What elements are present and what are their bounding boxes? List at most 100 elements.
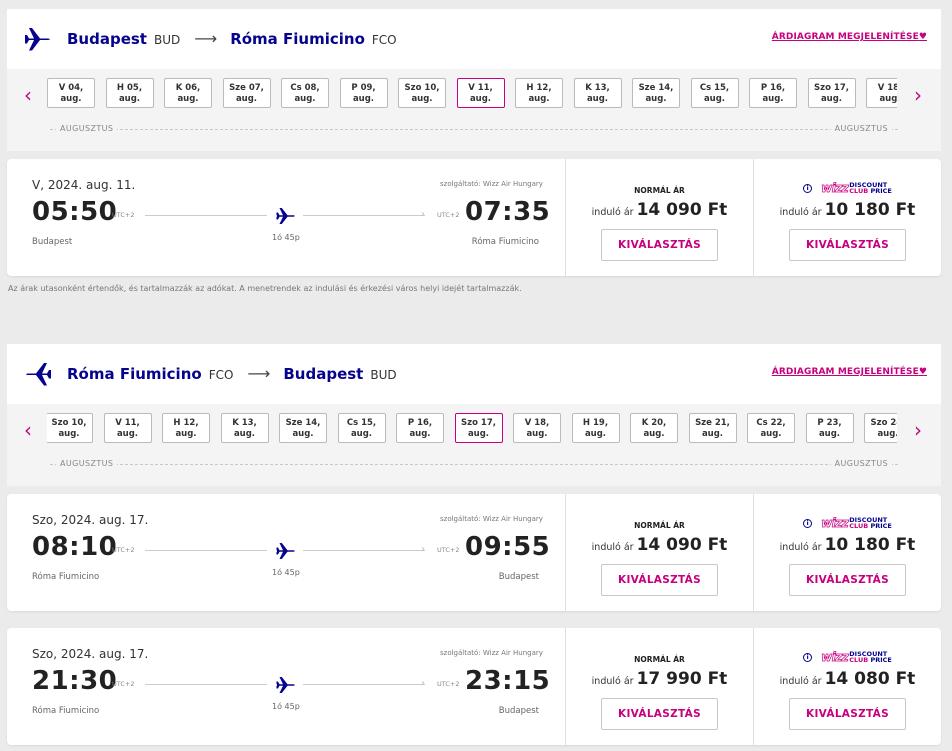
- normal-fare-label: NORMÁL ÁR: [634, 655, 685, 664]
- date-tile-month: aug.: [350, 428, 373, 439]
- date-tile[interactable]: V 18,aug.: [866, 78, 897, 108]
- select-club-fare-button[interactable]: KIVÁLASZTÁS: [789, 698, 906, 730]
- date-tile-month: aug.: [760, 428, 782, 439]
- chevron-right-icon[interactable]: ›: [909, 419, 927, 443]
- date-tile[interactable]: V 11, aug.: [456, 78, 505, 108]
- date-tile[interactable]: Sze 14, aug.: [279, 413, 327, 443]
- flight-path-line: [303, 684, 425, 685]
- club-fare: i wizz DISCOUNT CLUB PRICE induló ár 10 180 F…: [754, 159, 941, 276]
- date-tile-month: aug.: [703, 93, 726, 104]
- fare-chart-link[interactable]: ÁRDIAGRAM MEGJELENÍTÉSE♥: [772, 32, 927, 42]
- date-tile-month: aug.: [411, 93, 433, 104]
- date-tile[interactable]: P 09, aug.: [339, 78, 388, 108]
- select-club-fare-button[interactable]: KIVÁLASZTÁS: [789, 564, 906, 596]
- select-normal-fare-button[interactable]: KIVÁLASZTÁS: [601, 564, 718, 596]
- origin-city: Budapest: [67, 30, 147, 48]
- date-tile[interactable]: H 12, aug.: [515, 78, 563, 108]
- date-tile[interactable]: Szo 17, aug.: [807, 78, 856, 108]
- date-tile[interactable]: Sze 07, aug.: [222, 78, 271, 108]
- plane-icon: [26, 363, 51, 386]
- outbound-date-tiles: V 04, aug. H 05, aug. K 06, aug. Sze 07, aug. Cs…: [47, 78, 897, 110]
- date-tile-day: K 13,: [585, 83, 610, 93]
- date-tile[interactable]: Szo 10, aug.: [398, 78, 446, 108]
- outbound-route-title: Budapest BUD ⟶ Róma Fiumicino FCO: [67, 29, 397, 48]
- normal-fare: NORMÁL ÁR induló ár 14 090 Ft KIVÁLASZTÁS: [566, 159, 753, 276]
- date-tile-month: aug.: [586, 93, 609, 104]
- date-tile[interactable]: Cs 08, aug.: [281, 78, 329, 108]
- date-tile-month: aug.: [879, 93, 897, 104]
- date-tile[interactable]: Cs 22, aug.: [747, 413, 795, 443]
- date-tile[interactable]: V 11, aug.: [103, 413, 152, 443]
- date-tile[interactable]: Sze 21, aug.: [688, 413, 737, 443]
- date-tile[interactable]: Sze 14, aug.: [632, 78, 680, 108]
- arrival-time: 09:55: [465, 532, 551, 562]
- inbound-route-header: Róma Fiumicino FCO ⟶ Budapest BUD ÁRDIAG…: [7, 344, 941, 404]
- date-tile[interactable]: Szo 10, aug.: [47, 413, 93, 443]
- select-normal-fare-button[interactable]: KIVÁLASZTÁS: [601, 698, 718, 730]
- normal-fare: NORMÁL ÁR induló ár 14 090 Ft KIVÁLASZTÁS: [566, 494, 753, 611]
- date-tile[interactable]: Szo 17, aug.: [454, 413, 503, 443]
- select-club-fare-button[interactable]: KIVÁLASZTÁS: [789, 229, 906, 261]
- date-tile-month: aug.: [116, 428, 139, 439]
- outbound-month-row: AUGUSZTUS AUGUSZTUS: [50, 124, 898, 136]
- date-tile-day: P 23,: [817, 418, 842, 428]
- price-from-label: induló ár: [779, 676, 822, 687]
- date-tile-day: Szo 24,: [870, 418, 897, 428]
- date-tile[interactable]: P 16, aug.: [749, 78, 797, 108]
- date-tile[interactable]: P 16, aug.: [396, 413, 444, 443]
- date-tile[interactable]: H 12, aug.: [162, 413, 210, 443]
- price-amount: 14 090 Ft: [636, 200, 728, 220]
- outbound-route-header: Budapest BUD ⟶ Róma Fiumicino FCO ÁRDIAG…: [7, 9, 941, 69]
- date-tile[interactable]: K 20, aug.: [630, 413, 678, 443]
- date-tile[interactable]: H 05, aug.: [105, 78, 154, 108]
- club-price-line: CLUB PRICE: [849, 523, 892, 530]
- date-tile[interactable]: K 13, aug.: [220, 413, 269, 443]
- date-tile[interactable]: P 23, aug.: [805, 413, 854, 443]
- info-icon[interactable]: i: [803, 183, 813, 193]
- price-footnote: Az árak utasonként értendők, és tartalma…: [8, 284, 522, 293]
- departure-time: 05:50: [32, 197, 118, 227]
- chevron-left-icon[interactable]: ‹: [19, 84, 37, 108]
- date-tile[interactable]: V 04, aug.: [47, 78, 95, 108]
- info-icon[interactable]: i: [803, 652, 813, 662]
- heart-icon: ♥: [918, 32, 927, 42]
- discount-club-label: i wizz DISCOUNT CLUB PRICE: [754, 516, 941, 530]
- date-tile-month: aug.: [467, 428, 490, 439]
- date-tile[interactable]: K 13, aug.: [573, 78, 622, 108]
- price-word: PRICE: [870, 522, 892, 530]
- price-amount: 14 080 Ft: [824, 669, 916, 689]
- destination-city: Budapest: [283, 365, 364, 383]
- club-fare-price: induló ár 14 080 Ft: [754, 669, 941, 689]
- date-tile[interactable]: Cs 15, aug.: [337, 413, 386, 443]
- date-tile-month: aug.: [643, 428, 665, 439]
- club-word: CLUB: [849, 522, 869, 530]
- date-tile[interactable]: K 06, aug.: [164, 78, 212, 108]
- flight-duration: 1ó 45p: [272, 233, 300, 242]
- fare-chart-link[interactable]: ÁRDIAGRAM MEGJELENÍTÉSE♥: [772, 367, 927, 377]
- date-tile-day: K 20,: [641, 418, 667, 428]
- origin-code: FCO: [208, 368, 234, 382]
- date-tile-day: H 12,: [526, 83, 552, 93]
- date-tile[interactable]: V 18,aug.: [513, 413, 561, 443]
- club-fare-price: induló ár 10 180 Ft: [754, 200, 941, 220]
- date-tile-day: K 13,: [232, 418, 257, 428]
- departure-timezone: UTC+2: [112, 680, 135, 688]
- date-tile[interactable]: H 19, aug.: [571, 413, 620, 443]
- arrival-time: 07:35: [465, 197, 551, 227]
- destination-city: Róma Fiumicino: [230, 30, 365, 48]
- chevron-left-icon[interactable]: ‹: [19, 419, 37, 443]
- date-tile[interactable]: Cs 15, aug.: [690, 78, 739, 108]
- date-tile-day: Szo 17,: [814, 83, 849, 93]
- date-tile-day: H 12,: [173, 418, 199, 428]
- inbound-date-tiles: Szo 10, aug. V 11, aug. H 12, aug. K 13, aug. Sz…: [47, 413, 897, 445]
- info-icon[interactable]: i: [803, 518, 813, 528]
- date-tile[interactable]: Szo 24,aug.: [864, 413, 897, 443]
- date-tile-month: aug.: [294, 93, 316, 104]
- date-tile-month: aug.: [175, 428, 197, 439]
- flight-card: Szo, 2024. aug. 17. szolgáltató: Wizz Air…: [7, 494, 941, 611]
- chevron-right-icon[interactable]: ›: [909, 84, 927, 108]
- date-tile-month: aug.: [645, 93, 667, 104]
- date-tile-month: aug.: [233, 428, 256, 439]
- select-normal-fare-button[interactable]: KIVÁLASZTÁS: [601, 229, 718, 261]
- operator-label: szolgáltató: Wizz Air Hungary: [440, 180, 543, 188]
